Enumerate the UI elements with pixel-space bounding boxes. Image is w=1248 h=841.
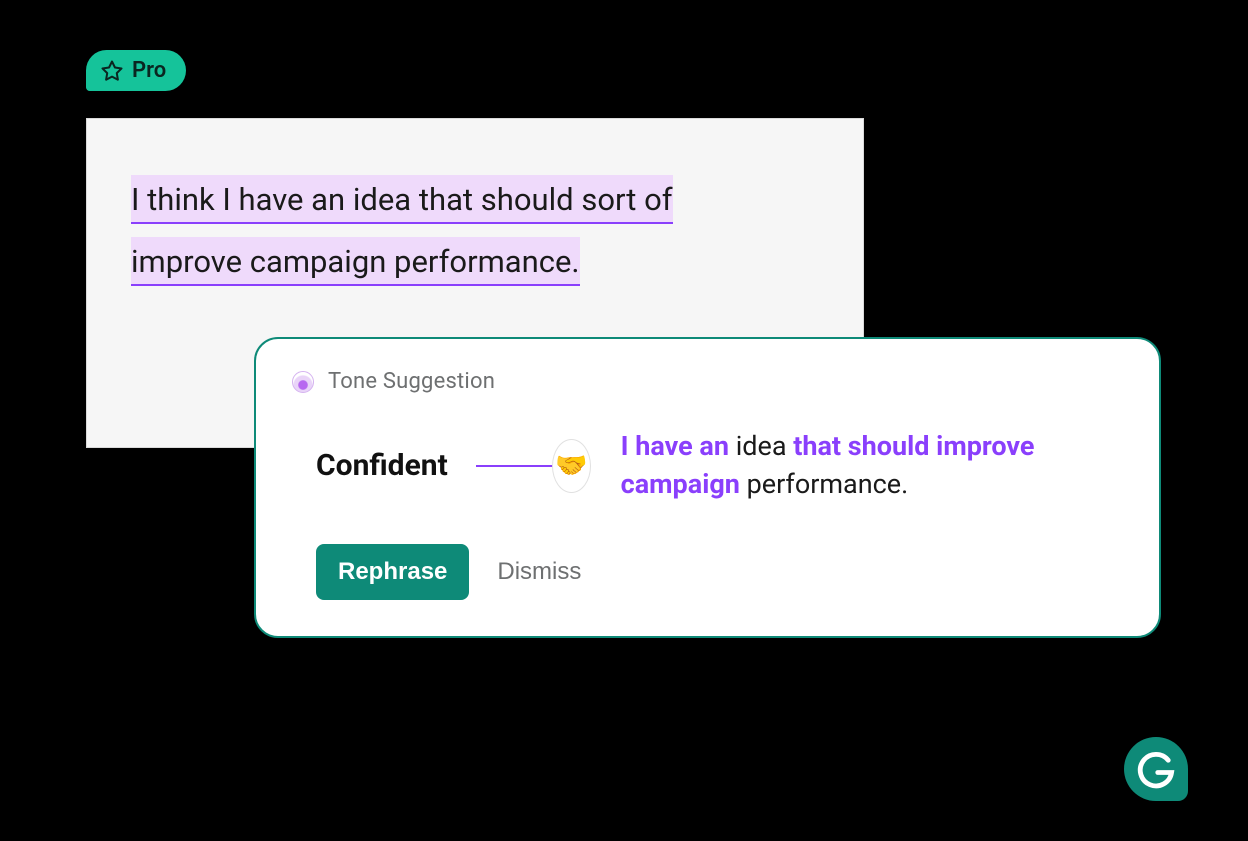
- rephrase-button[interactable]: Rephrase: [316, 544, 469, 600]
- pro-badge-label: Pro: [132, 58, 166, 83]
- action-row: Rephrase Dismiss: [292, 544, 1123, 600]
- handshake-icon: 🤝: [552, 439, 591, 493]
- tone-indicator-icon: [292, 371, 314, 393]
- tone-name: Confident: [316, 448, 448, 483]
- brand-g-icon: [1135, 748, 1177, 790]
- tone-suggestion-card: Tone Suggestion Confident 🤝 I have an id…: [254, 337, 1161, 638]
- card-header-label: Tone Suggestion: [328, 369, 495, 394]
- suggested-plain-1: idea: [729, 430, 793, 462]
- brand-badge[interactable]: [1124, 737, 1188, 801]
- pro-badge: Pro: [86, 50, 186, 91]
- editor-highlighted-line-2: improve campaign performance.: [131, 237, 580, 286]
- suggested-bold-1: I have an: [621, 430, 729, 462]
- connector-line: [476, 465, 554, 467]
- suggested-plain-2: performance.: [740, 468, 908, 500]
- editor-highlighted-line-1: I think I have an idea that should sort …: [131, 175, 673, 224]
- star-icon: [100, 59, 124, 83]
- suggested-text: I have an idea that should improve campa…: [621, 428, 1123, 504]
- dismiss-button[interactable]: Dismiss: [497, 558, 581, 586]
- card-header: Tone Suggestion: [292, 369, 1123, 394]
- tone-row: Confident 🤝 I have an idea that should i…: [292, 428, 1123, 504]
